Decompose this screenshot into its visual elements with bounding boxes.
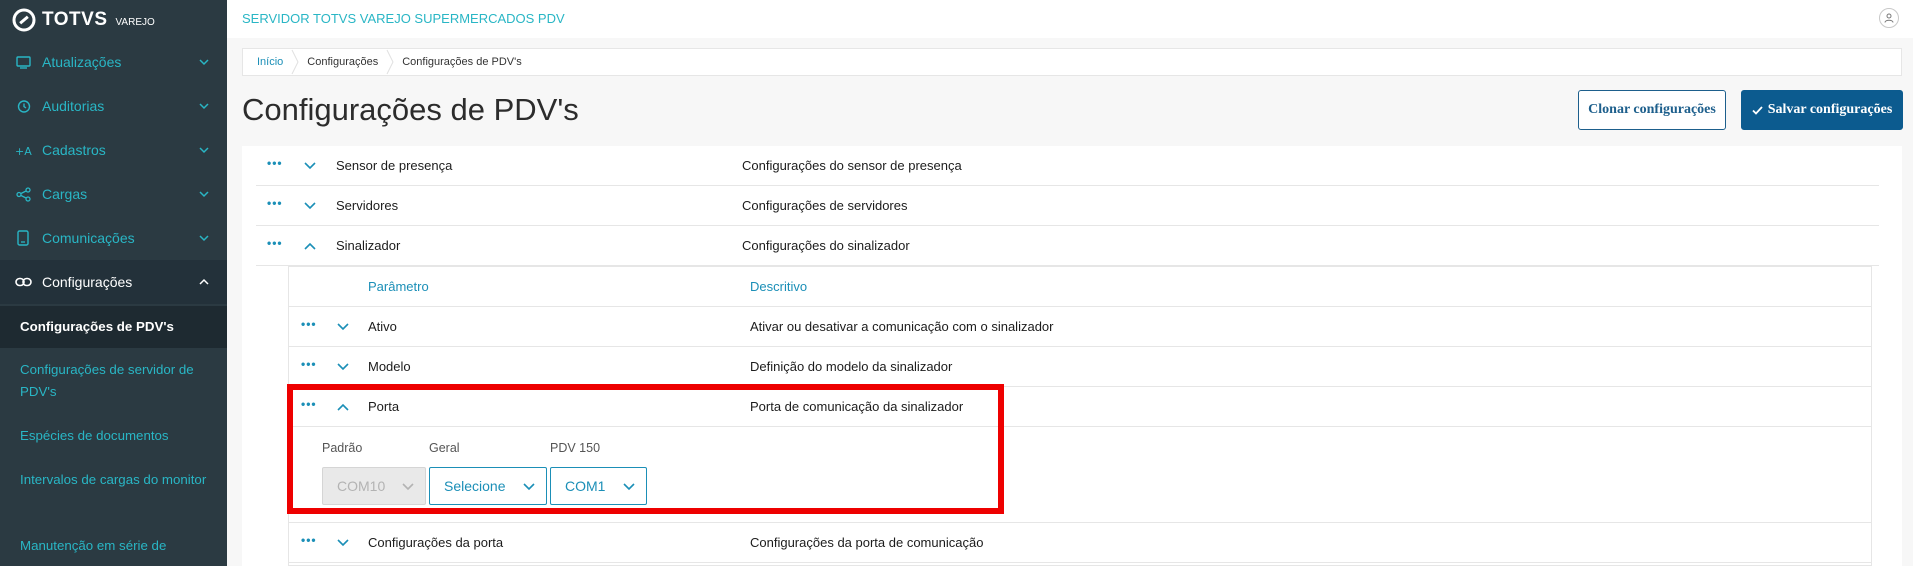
table-row[interactable]: ••• Sensor de presença Configurações do … xyxy=(256,146,1879,186)
server-title: SERVIDOR TOTVS VAREJO SUPERMERCADOS PDV xyxy=(242,11,565,26)
page-title: Configurações de PDV's xyxy=(242,92,579,127)
table-header: Parâmetro Descritivo xyxy=(289,267,1871,307)
row-name: Servidores xyxy=(336,198,399,213)
brand-name: TOTVS xyxy=(42,9,108,30)
save-button-label: Salvar configurações xyxy=(1767,102,1893,117)
sidebar-subitem-configuracoes-servidor[interactable]: Configurações de servidor de PDV's xyxy=(0,359,227,403)
sidebar-item-label: Comunicações xyxy=(42,230,135,246)
brand-sub: VAREJO xyxy=(115,16,155,28)
row-name: Ativo xyxy=(368,319,397,334)
sidebar-item-label: Auditorias xyxy=(42,98,105,114)
phone-icon xyxy=(14,229,32,247)
column-header-parametro: Parâmetro xyxy=(368,279,429,294)
more-options-icon[interactable]: ••• xyxy=(301,317,317,331)
sidebar-item-atualizacoes[interactable]: Atualizações xyxy=(0,40,227,84)
table-row[interactable]: ••• Ativo Ativar ou desativar a comunica… xyxy=(289,307,1871,347)
chevron-down-icon[interactable] xyxy=(303,159,317,173)
table-row[interactable]: ••• Modelo Definição do modelo da sinali… xyxy=(289,347,1871,387)
sidebar-item-configuracoes[interactable]: Configurações xyxy=(0,260,227,304)
sidebar-item-label: Cadastros xyxy=(42,142,106,158)
breadcrumb-separator-icon xyxy=(386,49,394,75)
column-header-descritivo: Descritivo xyxy=(750,279,808,294)
breadcrumb: Início Configurações Configurações de PD… xyxy=(242,48,1902,76)
more-options-icon[interactable]: ••• xyxy=(267,196,283,210)
more-options-icon[interactable]: ••• xyxy=(301,357,317,371)
chevron-down-icon[interactable] xyxy=(336,360,350,374)
row-desc: Ativar ou desativar a comunicação com o … xyxy=(750,319,1054,334)
chevron-up-icon[interactable] xyxy=(303,239,317,253)
table-row[interactable]: ••• Sinalizador Configurações do sinaliz… xyxy=(256,226,1879,266)
check-icon xyxy=(1752,105,1763,115)
share-icon xyxy=(14,185,32,203)
sidebar-item-label: Atualizações xyxy=(42,54,122,70)
sidebar-subitem-manutencao-serie[interactable]: Manutenção em série de xyxy=(0,535,227,557)
topbar: SERVIDOR TOTVS VAREJO SUPERMERCADOS PDV xyxy=(227,0,1913,38)
add-user-icon: +A xyxy=(14,141,32,159)
breadcrumb-inicio[interactable]: Início xyxy=(249,56,291,68)
chevron-up-icon xyxy=(199,278,209,285)
chevron-down-icon[interactable] xyxy=(336,536,350,550)
sidebar-item-comunicacoes[interactable]: Comunicações xyxy=(0,216,227,260)
more-options-icon[interactable]: ••• xyxy=(267,156,283,170)
chevron-down-icon xyxy=(199,103,209,110)
sidebar-item-cargas[interactable]: Cargas xyxy=(0,172,227,216)
row-desc: Definição do modelo da sinalizador xyxy=(750,359,953,374)
row-desc: Configurações do sinalizador xyxy=(742,238,910,253)
monitor-icon xyxy=(14,53,32,71)
sidebar-item-cadastros[interactable]: +A Cadastros xyxy=(0,128,227,172)
sidebar: TOTVS VAREJO Atualizações Auditorias +A … xyxy=(0,0,227,566)
save-configurations-button[interactable]: Salvar configurações xyxy=(1741,90,1903,130)
breadcrumb-separator-icon xyxy=(291,49,299,75)
sidebar-subitem-especies-documentos[interactable]: Espécies de documentos xyxy=(0,425,227,447)
row-name: Sinalizador xyxy=(336,238,401,253)
chevron-down-icon[interactable] xyxy=(303,199,317,213)
row-desc: Configurações da porta de comunicação xyxy=(750,535,984,550)
sidebar-item-auditorias[interactable]: Auditorias xyxy=(0,84,227,128)
brand: TOTVS VAREJO xyxy=(0,0,227,40)
sidebar-item-label: Cargas xyxy=(42,186,88,202)
breadcrumb-configuracoes[interactable]: Configurações xyxy=(299,56,386,68)
breadcrumb-current: Configurações de PDV's xyxy=(402,56,522,68)
history-icon xyxy=(14,97,32,115)
row-name: Sensor de presença xyxy=(336,158,453,173)
table-row[interactable]: ••• Servidores Configurações de servidor… xyxy=(256,186,1879,226)
chevron-down-icon xyxy=(199,59,209,66)
highlight-box xyxy=(287,384,1004,514)
svg-text:+A: +A xyxy=(15,145,32,157)
clone-button-label: Clonar configurações xyxy=(1588,102,1716,117)
link-icon xyxy=(14,273,32,291)
user-icon[interactable] xyxy=(1879,8,1899,28)
row-desc: Configurações do sensor de presença xyxy=(742,158,962,173)
chevron-down-icon xyxy=(199,191,209,198)
sidebar-subitem-intervalos-cargas[interactable]: Intervalos de cargas do monitor xyxy=(0,469,227,491)
clone-configurations-button[interactable]: Clonar configurações xyxy=(1578,90,1726,130)
totvs-logo-icon xyxy=(12,8,36,32)
row-name: Modelo xyxy=(368,359,411,374)
chevron-down-icon[interactable] xyxy=(336,320,350,334)
chevron-down-icon xyxy=(199,147,209,154)
more-options-icon[interactable]: ••• xyxy=(301,533,317,547)
more-options-icon[interactable]: ••• xyxy=(267,236,283,250)
row-desc: Configurações de servidores xyxy=(742,198,908,213)
row-name: Configurações da porta xyxy=(368,535,504,550)
sidebar-subitem-configuracoes-pdv[interactable]: Configurações de PDV's xyxy=(0,306,227,348)
sidebar-item-label: Configurações xyxy=(42,274,133,290)
table-row[interactable]: ••• Configurações da porta Configurações… xyxy=(289,523,1871,563)
chevron-down-icon xyxy=(199,235,209,242)
